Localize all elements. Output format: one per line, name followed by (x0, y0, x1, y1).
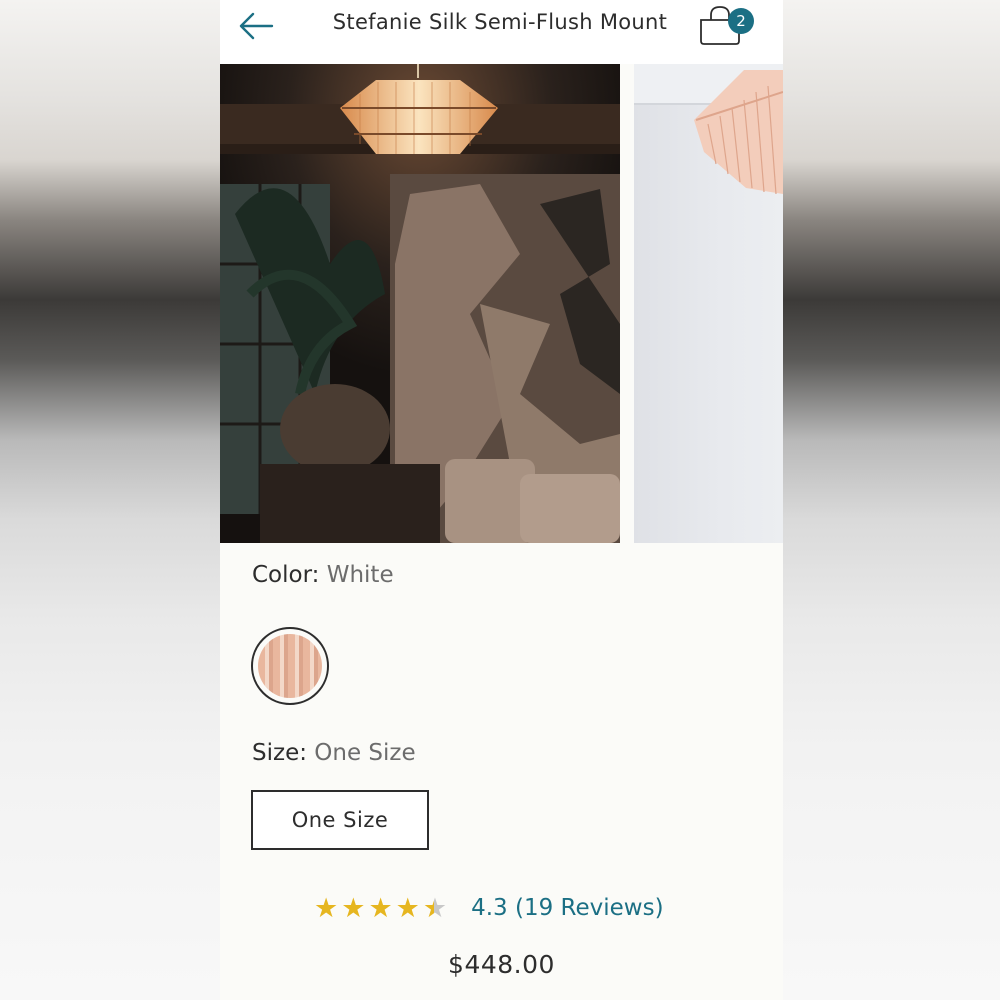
size-label-text: Size: (252, 740, 307, 766)
size-label: Size: One Size (252, 740, 416, 766)
color-label-text: Color: (252, 562, 320, 588)
star-icon: ★ (314, 892, 339, 924)
back-arrow-icon (239, 12, 274, 40)
star-icon: ★ (395, 892, 420, 924)
product-image-2[interactable] (634, 64, 783, 543)
background-right (783, 0, 1000, 1000)
product-price: $448.00 (448, 950, 555, 979)
back-button[interactable] (236, 8, 276, 44)
color-swatch-white[interactable] (251, 627, 329, 705)
size-value: One Size (314, 740, 416, 766)
room-scene-image (220, 64, 620, 543)
cart-button[interactable]: 2 (698, 4, 760, 48)
star-icon: ★ (368, 892, 393, 924)
swatch-fill (258, 634, 322, 698)
rating-row: ★ ★ ★ ★ ★ 4.3 (19 Reviews) (314, 888, 664, 928)
reviews-link[interactable]: 4.3 (19 Reviews) (471, 895, 663, 921)
top-navigation-bar: Stefanie Silk Semi-Flush Mount 2 (220, 0, 783, 64)
rating-stars: ★ ★ ★ ★ ★ (314, 895, 447, 922)
star-icon: ★ (341, 892, 366, 924)
size-option-button[interactable]: One Size (251, 790, 429, 850)
cart-count-badge: 2 (728, 8, 754, 34)
color-label: Color: White (252, 562, 394, 588)
product-image-1[interactable] (220, 64, 620, 543)
lamp-closeup-image (634, 64, 783, 195)
page-title: Stefanie Silk Semi-Flush Mount (332, 10, 668, 34)
background-left (0, 0, 220, 1000)
color-value: White (326, 562, 394, 588)
image-carousel[interactable] (220, 64, 783, 543)
half-star-icon: ★ (422, 892, 448, 924)
product-page: Stefanie Silk Semi-Flush Mount 2 Color: … (220, 0, 783, 1000)
